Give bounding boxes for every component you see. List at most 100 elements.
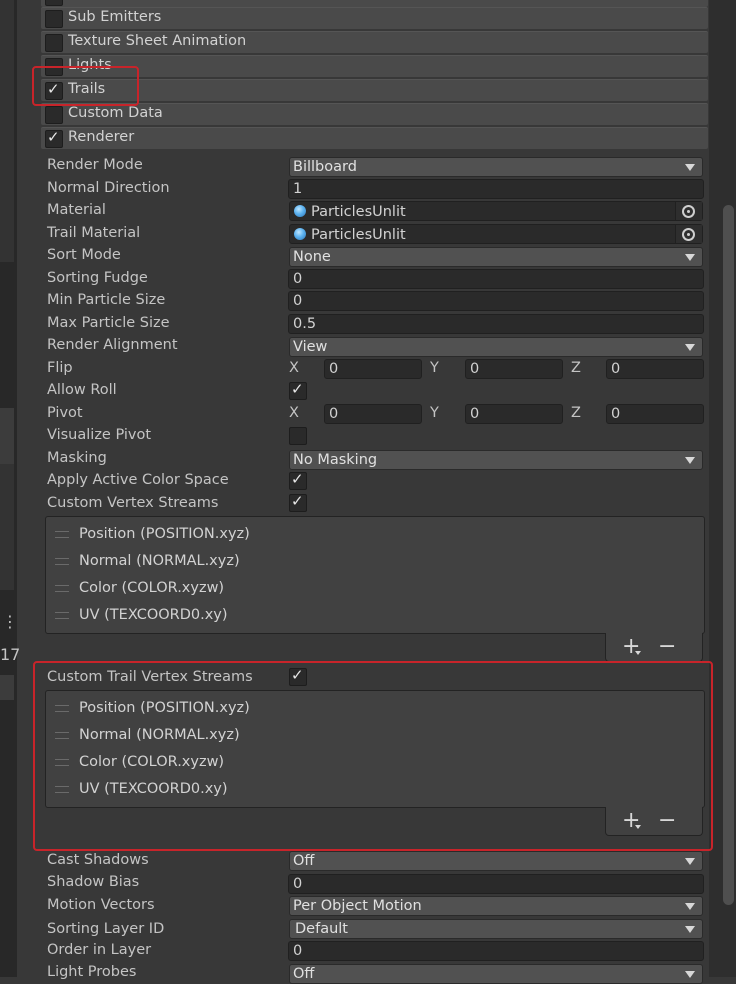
shadow-bias-label: Shadow Bias (47, 874, 140, 890)
list-item[interactable]: Position (POSITION.xyz) (79, 700, 250, 716)
material-sphere-icon (294, 228, 306, 240)
custom-trail-vertex-streams-checkbox[interactable] (289, 666, 307, 686)
drag-handle-icon[interactable] (55, 531, 69, 538)
drag-handle-icon[interactable] (55, 759, 69, 766)
trail-vertex-streams-footer: + − (605, 807, 703, 836)
add-stream-button[interactable]: + (622, 634, 640, 659)
dropdown-arrow-icon (635, 825, 641, 829)
visualize-pivot-checkbox[interactable] (289, 427, 307, 445)
module-custom-data-checkbox[interactable] (45, 106, 63, 124)
module-texture-sheet-animation[interactable]: Texture Sheet Animation (41, 31, 708, 53)
normal-direction-label: Normal Direction (47, 180, 170, 196)
trail-vertex-streams-list: Position (POSITION.xyz) Normal (NORMAL.x… (45, 690, 705, 808)
masking-label: Masking (47, 450, 107, 466)
material-label: Material (47, 202, 106, 218)
light-probes-value: Off (293, 966, 315, 982)
drag-handle-icon[interactable] (55, 558, 69, 565)
module-renderer-label: Renderer (68, 129, 135, 145)
trail-material-field[interactable]: ParticlesUnlit (289, 224, 703, 244)
sorting-layer-id-value: Default (295, 921, 348, 937)
pivot-x-input[interactable]: 0 (324, 404, 422, 424)
scrollbar-thumb[interactable] (723, 205, 734, 905)
material-field[interactable]: ParticlesUnlit (289, 201, 703, 221)
shadow-bias-input[interactable]: 0 (288, 874, 704, 894)
remove-trail-stream-button[interactable]: − (658, 808, 676, 833)
masking-dropdown[interactable]: No Masking (289, 450, 703, 470)
drag-handle-icon[interactable] (55, 786, 69, 793)
list-item[interactable]: Color (COLOR.xyzw) (79, 754, 224, 770)
allow-roll-checkbox[interactable] (289, 380, 307, 400)
apply-active-color-space-checkbox[interactable] (289, 470, 307, 490)
module-texture-sheet-animation-checkbox[interactable] (45, 34, 63, 52)
sort-mode-value: None (293, 249, 331, 265)
cast-shadows-label: Cast Shadows (47, 852, 149, 868)
flip-z-label: Z (571, 360, 581, 376)
module-lights-checkbox[interactable] (45, 58, 63, 76)
left-panel-menu-icon[interactable]: ⋮ (2, 612, 18, 631)
allow-roll-label: Allow Roll (47, 382, 117, 398)
module-lights-label: Lights (68, 57, 112, 73)
list-item[interactable]: Normal (NORMAL.xyz) (79, 553, 240, 569)
module-renderer[interactable]: Renderer (41, 127, 708, 149)
cast-shadows-value: Off (293, 853, 315, 869)
remove-stream-button[interactable]: − (658, 634, 676, 659)
object-picker-icon[interactable] (675, 202, 702, 220)
vertex-streams-footer: + − (605, 633, 703, 662)
cast-shadows-dropdown[interactable]: Off (289, 851, 703, 871)
drag-handle-icon[interactable] (55, 705, 69, 712)
drag-handle-icon[interactable] (55, 732, 69, 739)
module-trails[interactable]: Trails (41, 79, 708, 101)
light-probes-label: Light Probes (47, 964, 137, 980)
sorting-fudge-label: Sorting Fudge (47, 270, 148, 286)
custom-vertex-streams-checkbox[interactable] (289, 492, 307, 512)
module-trails-checkbox[interactable] (45, 80, 63, 100)
chevron-down-icon (685, 457, 695, 464)
pivot-y-input[interactable]: 0 (465, 404, 563, 424)
module-checkbox[interactable] (45, 0, 63, 6)
render-alignment-dropdown[interactable]: View (289, 337, 703, 357)
list-item[interactable]: UV (TEXCOORD0.xy) (79, 781, 228, 797)
flip-y-input[interactable]: 0 (465, 359, 563, 379)
custom-trail-vertex-streams-label: Custom Trail Vertex Streams (47, 669, 253, 685)
motion-vectors-label: Motion Vectors (47, 897, 155, 913)
sorting-layer-id-dropdown[interactable]: Default (289, 919, 703, 939)
sorting-fudge-input[interactable]: 0 (288, 269, 704, 289)
normal-direction-input[interactable]: 1 (288, 179, 704, 199)
module-sub-emitters[interactable]: Sub Emitters (41, 7, 708, 29)
min-particle-size-input[interactable]: 0 (288, 291, 704, 311)
module-sub-emitters-label: Sub Emitters (68, 9, 162, 25)
chevron-down-icon (685, 344, 695, 351)
module-lights[interactable]: Lights (41, 55, 708, 77)
list-item[interactable]: Normal (NORMAL.xyz) (79, 727, 240, 743)
chevron-down-icon (685, 164, 695, 171)
flip-y-label: Y (430, 360, 439, 376)
module-custom-data[interactable]: Custom Data (41, 103, 708, 125)
pivot-z-input[interactable]: 0 (606, 404, 704, 424)
drag-handle-icon[interactable] (55, 612, 69, 619)
light-probes-dropdown[interactable]: Off (289, 964, 703, 984)
trail-material-label: Trail Material (47, 225, 141, 241)
render-alignment-value: View (293, 339, 328, 355)
render-alignment-label: Render Alignment (47, 337, 178, 353)
list-item[interactable]: Position (POSITION.xyz) (79, 526, 250, 542)
render-mode-dropdown[interactable]: Billboard (289, 157, 703, 177)
flip-x-label: X (289, 360, 299, 376)
sort-mode-dropdown[interactable]: None (289, 247, 703, 267)
list-item[interactable]: Color (COLOR.xyzw) (79, 580, 224, 596)
motion-vectors-dropdown[interactable]: Per Object Motion (289, 896, 703, 916)
flip-z-input[interactable]: 0 (606, 359, 704, 379)
list-item[interactable]: UV (TEXCOORD0.xy) (79, 607, 228, 623)
order-in-layer-input[interactable]: 0 (288, 941, 704, 961)
module-custom-data-label: Custom Data (68, 105, 163, 121)
add-trail-stream-button[interactable]: + (622, 808, 640, 833)
max-particle-size-input[interactable]: 0.5 (288, 314, 704, 334)
flip-x-input[interactable]: 0 (324, 359, 422, 379)
drag-handle-icon[interactable] (55, 585, 69, 592)
object-picker-icon[interactable] (675, 225, 702, 243)
left-panel-block (0, 675, 14, 700)
sorting-layer-id-label: Sorting Layer ID (47, 921, 165, 937)
module-sub-emitters-checkbox[interactable] (45, 10, 63, 28)
chevron-down-icon (685, 903, 695, 910)
module-renderer-checkbox[interactable] (45, 128, 63, 148)
module-header-partial[interactable] (41, 0, 708, 7)
